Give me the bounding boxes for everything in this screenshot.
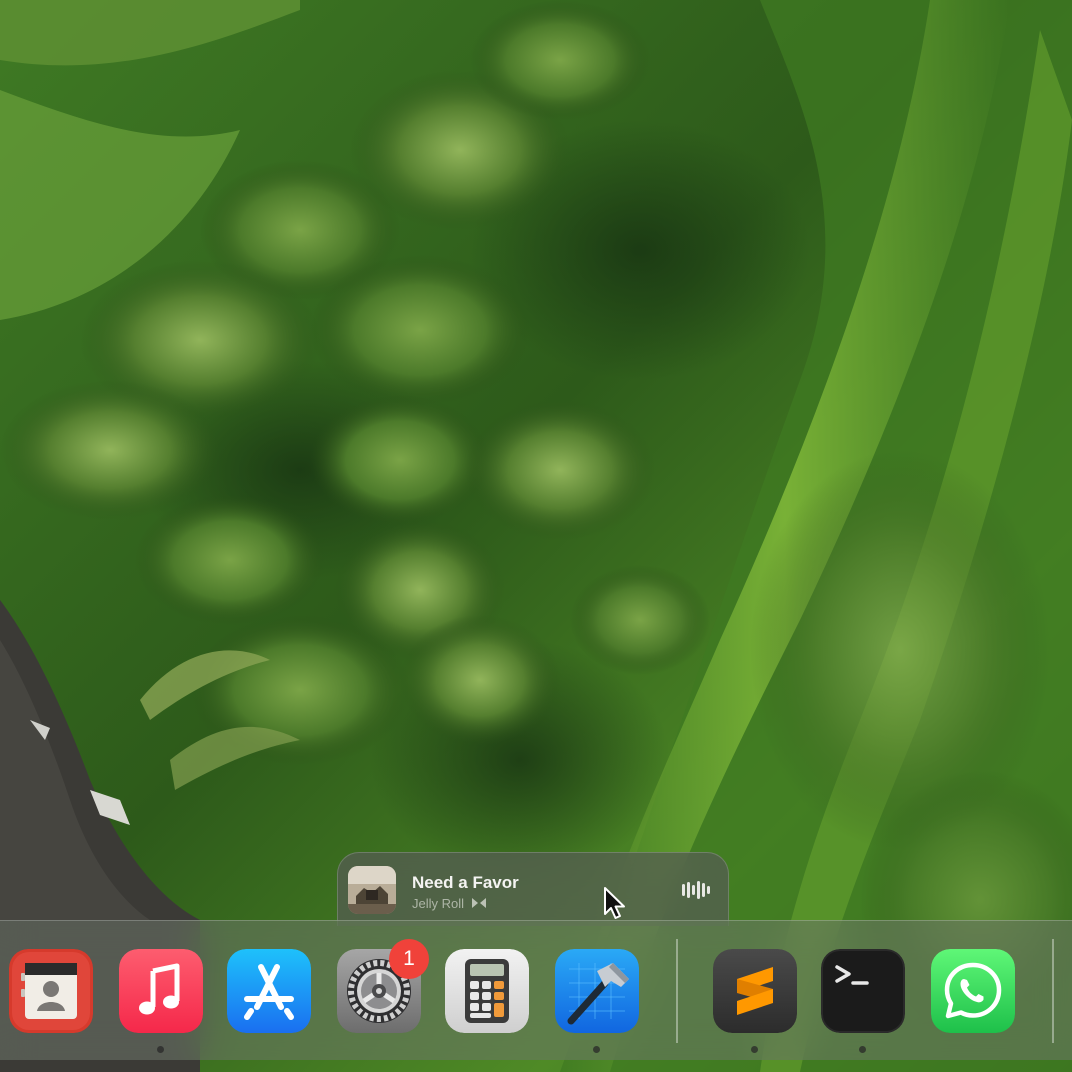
mouse-pointer-icon	[604, 887, 625, 919]
waveform-icon[interactable]	[681, 879, 711, 901]
dock-item-system-settings[interactable]: 1	[337, 939, 429, 1033]
notification-badge: 1	[389, 939, 429, 979]
dock-item-music[interactable]	[119, 949, 203, 1053]
dock-separator	[676, 939, 678, 1043]
now-playing-artist: Jelly Roll	[412, 895, 465, 911]
desktop: Need a Favor Jelly Roll 1	[0, 0, 1072, 1072]
music-note-icon	[119, 949, 203, 1033]
hammer-icon	[555, 949, 639, 1033]
dock-item-xcode[interactable]	[555, 949, 639, 1053]
dock-item-calculator[interactable]	[445, 949, 529, 1033]
now-playing-widget[interactable]: Need a Favor Jelly Roll	[337, 852, 729, 926]
app-store-icon	[227, 949, 311, 1033]
calculator-icon	[445, 949, 529, 1033]
now-playing-subtitle: Jelly Roll	[412, 895, 487, 911]
dock-item-sublime-text[interactable]	[713, 949, 797, 1053]
sublime-s-icon	[713, 949, 797, 1033]
now-playing-title: Need a Favor	[412, 873, 519, 892]
running-indicator	[157, 1046, 164, 1053]
whatsapp-phone-icon	[931, 949, 1015, 1033]
contacts-icon	[9, 949, 93, 1033]
running-indicator	[751, 1046, 758, 1053]
album-art-image	[348, 866, 396, 914]
dock-item-contacts[interactable]	[9, 949, 93, 1033]
dock: 1	[0, 920, 1072, 1060]
running-indicator	[859, 1046, 866, 1053]
dock-item-app-store[interactable]	[227, 949, 311, 1033]
airplay-icon[interactable]	[472, 898, 487, 908]
running-indicator	[593, 1046, 600, 1053]
terminal-prompt-icon	[821, 949, 905, 1033]
dock-item-terminal[interactable]	[821, 949, 905, 1053]
dock-separator	[1052, 939, 1054, 1043]
dock-item-whatsapp[interactable]	[931, 949, 1015, 1033]
